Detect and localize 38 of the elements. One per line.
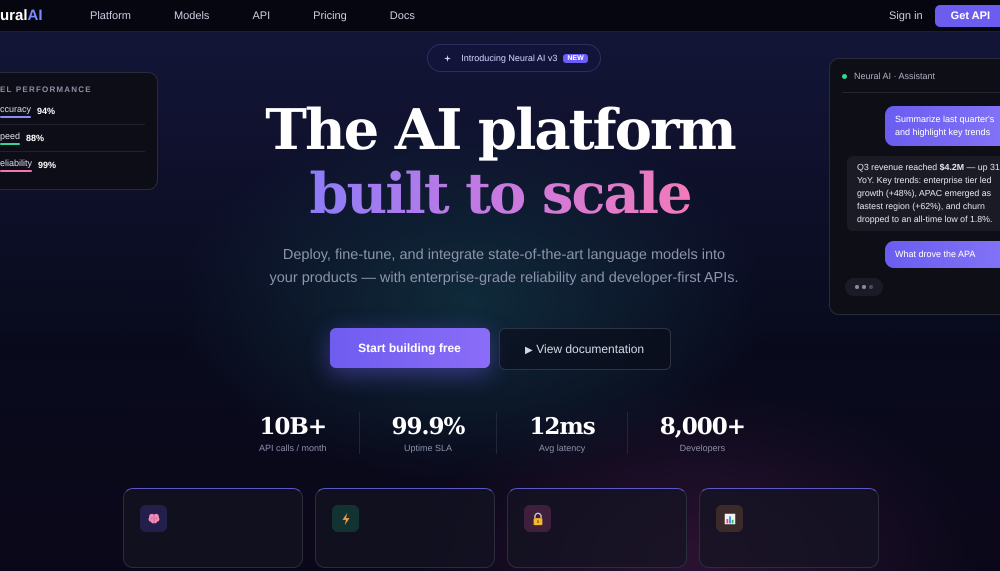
metric-name: ccuracy (0, 104, 32, 114)
get-api-button[interactable]: Get API (934, 4, 1000, 26)
status-dot (842, 74, 847, 78)
metric-name: peed (0, 131, 20, 141)
metric-value: 88% (26, 133, 44, 143)
lock-icon (530, 512, 544, 526)
typing-indicator (845, 278, 883, 296)
stat-value: 10B+ (259, 413, 326, 441)
stat-value: 8,000+ (660, 413, 745, 441)
stat-value: 12ms (529, 413, 595, 441)
start-building-button[interactable]: Start building free (330, 328, 490, 368)
sparkle-icon (444, 54, 452, 62)
chat-title: Neural AI · Assistant (854, 71, 936, 81)
assistant-message: Q3 revenue reached $4.2M — up 31 YoY. Key trends: enterprise tier led growth (+48%), APAC emerged as fastest region (+62%), and churn dropped to an all-time low of 1.8%. (847, 156, 1000, 231)
hero-subtitle: Deploy, fine-tune, and integrate state-of-the-art language models into your products — with enterprise-grade reliability and developer-first APIs. (269, 246, 739, 288)
brain-icon (146, 512, 160, 526)
logo[interactable]: uralAI (0, 7, 90, 24)
badge-text: Introducing Neural AI v3 (461, 53, 558, 63)
hero-title: The AI platform (265, 98, 735, 162)
card-title: EL PERFORMANCE (0, 85, 93, 94)
user-message: What drove the APA (885, 241, 1000, 268)
nav-link[interactable]: Docs (390, 10, 415, 22)
nav-link[interactable]: API (252, 10, 270, 22)
stat-value: 99.9% (392, 413, 464, 441)
stat-label: Uptime SLA (404, 443, 452, 453)
stat-label: Avg latency (538, 443, 586, 453)
metric-value: 94% (37, 106, 56, 116)
nav-link[interactable]: Models (174, 10, 210, 22)
bar-chart-icon (722, 512, 736, 526)
metric-name: eliability (0, 158, 32, 168)
metric-value: 99% (38, 160, 56, 170)
nav-link[interactable]: Platform (90, 10, 131, 22)
stat-label: Developers (680, 443, 726, 453)
view-documentation-button[interactable]: ▶ View documentation (498, 328, 670, 370)
nav-link[interactable]: Pricing (313, 10, 347, 22)
stat-label: API calls / month (259, 443, 327, 453)
sign-in-link[interactable]: Sign in (889, 10, 923, 22)
user-message: Summarize last quarter's and highlight key trends (885, 106, 1000, 146)
